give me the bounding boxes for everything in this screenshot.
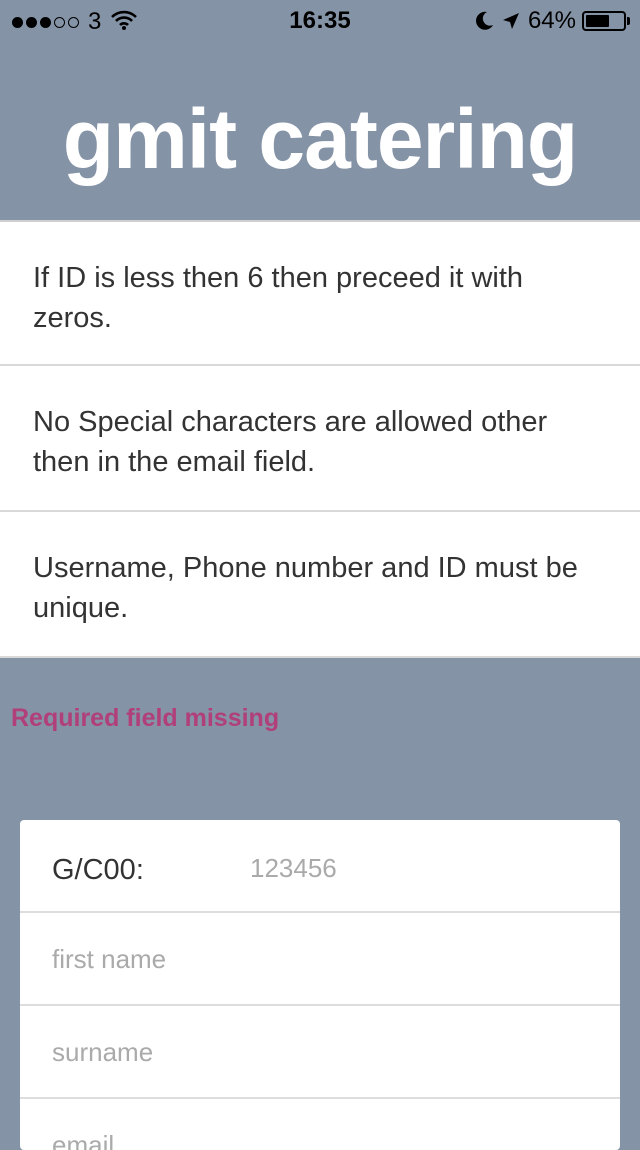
battery-percent: 64% <box>527 7 576 34</box>
battery-level <box>586 15 609 27</box>
error-message: Required field missing <box>11 704 280 732</box>
surname-row <box>20 1006 620 1099</box>
rule-item: No Special characters are allowed other … <box>0 366 640 512</box>
email-input[interactable] <box>52 1127 592 1150</box>
battery-tip <box>627 17 630 25</box>
surname-input[interactable] <box>52 1034 592 1070</box>
email-row <box>20 1099 620 1150</box>
first-name-row <box>20 913 620 1006</box>
moon-icon <box>476 11 494 31</box>
location-arrow-icon <box>502 12 520 30</box>
registration-form: G/C00: <box>20 820 620 1150</box>
id-label: G/C00: <box>52 854 144 886</box>
first-name-input[interactable] <box>52 941 592 977</box>
id-input[interactable] <box>250 850 590 886</box>
status-bar: 3 16:35 64% <box>0 0 640 40</box>
status-right: 64% <box>476 7 630 35</box>
battery-icon <box>582 11 626 31</box>
rule-item: Username, Phone number and ID must be un… <box>0 512 640 658</box>
rule-item: If ID is less then 6 then preceed it wit… <box>0 220 640 366</box>
rules-list: If ID is less then 6 then preceed it wit… <box>0 220 640 658</box>
id-row: G/C00: <box>20 820 620 913</box>
app-title: gmit catering <box>62 92 578 186</box>
